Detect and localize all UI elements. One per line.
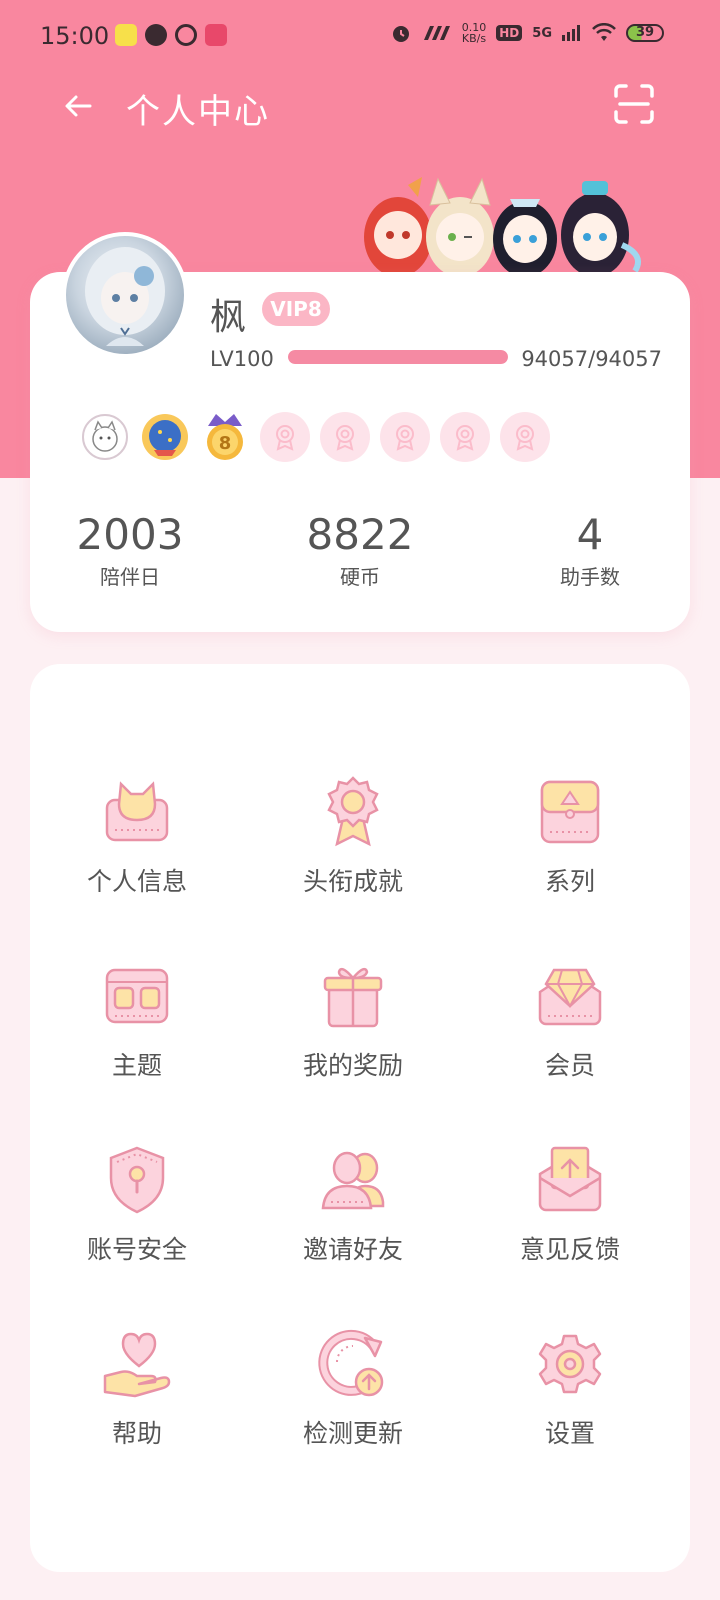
network-type: 5G <box>532 25 552 41</box>
stat-coins[interactable]: 8822 硬币 <box>260 510 460 590</box>
badge-gold-8-icon[interactable]: 8 <box>200 412 250 462</box>
arrow-left-icon[interactable] <box>60 86 100 126</box>
medal-icon <box>327 776 379 847</box>
hd-indicator: HD <box>496 25 523 41</box>
username: 枫 <box>210 297 247 338</box>
stat-label: 硬币 <box>340 565 380 589</box>
menu-label: 主题 <box>111 1051 162 1080</box>
menu-label: 系列 <box>544 867 595 896</box>
stat-companion-days[interactable]: 2003 陪伴日 <box>30 510 230 590</box>
badge-locked-icon[interactable] <box>260 412 310 462</box>
update-icon <box>318 1329 384 1397</box>
cell-bars-icon <box>562 25 580 41</box>
exp-progress-bar <box>288 350 508 364</box>
menu-item-profile-info[interactable]: 个人信息 <box>37 774 237 924</box>
menu-label: 帮助 <box>111 1419 162 1448</box>
menu-label: 意见反馈 <box>519 1235 620 1264</box>
stats-row: 2003 陪伴日 8822 硬币 4 助手数 <box>30 510 690 610</box>
menu-item-settings[interactable]: 设置 <box>470 1326 670 1476</box>
menu-item-membership[interactable]: 会员 <box>470 958 670 1108</box>
menu-item-check-update[interactable]: 检测更新 <box>253 1326 453 1476</box>
theme-icon <box>105 968 169 1024</box>
stat-label: 助手数 <box>560 565 620 589</box>
status-bar: 15:00 0.10 KB/s HD 5G 39 <box>0 0 720 72</box>
avatar-illustration <box>85 247 165 346</box>
status-time: 15:00 <box>40 22 110 50</box>
badge-locked-icon[interactable] <box>380 412 430 462</box>
badge-row: 8 <box>80 412 550 462</box>
wifi-icon <box>592 23 616 41</box>
menu-label: 邀请好友 <box>302 1235 403 1264</box>
app-notification-icon <box>175 24 197 46</box>
badge-locked-icon[interactable] <box>320 412 370 462</box>
badge-globe-icon[interactable] <box>140 412 190 462</box>
menu-label: 账号安全 <box>86 1235 187 1264</box>
app-notification-icon <box>205 24 227 46</box>
menu-item-series[interactable]: 系列 <box>470 774 670 924</box>
menu-label: 头衔成就 <box>302 867 403 896</box>
characters-illustration <box>364 177 641 275</box>
stat-assistants[interactable]: 4 助手数 <box>490 510 690 590</box>
alarm-icon <box>392 26 409 42</box>
diamond-icon <box>538 968 602 1026</box>
gear-icon <box>538 1334 602 1394</box>
menu-item-account-security[interactable]: 账号安全 <box>37 1142 237 1292</box>
network-speed: 0.10 KB/s <box>461 21 487 45</box>
menu-item-help[interactable]: 帮助 <box>37 1326 237 1476</box>
stat-label: 陪伴日 <box>100 565 160 589</box>
stat-value: 2003 <box>76 510 184 559</box>
menu-label: 会员 <box>544 1051 595 1080</box>
exp-progress-fill <box>288 350 508 364</box>
friends-icon <box>321 1151 385 1210</box>
heart-hand-icon <box>103 1332 171 1398</box>
menu-item-invite-friends[interactable]: 邀请好友 <box>253 1142 453 1292</box>
vip-badge[interactable]: VIP8 <box>262 292 330 326</box>
signal-strength-icon <box>423 26 450 40</box>
avatar[interactable] <box>62 232 188 358</box>
menu-label: 设置 <box>544 1419 595 1448</box>
menu-item-achievements[interactable]: 头衔成就 <box>253 774 453 924</box>
cat-card-icon <box>105 781 169 842</box>
menu-item-rewards[interactable]: 我的奖励 <box>253 958 453 1108</box>
shield-icon <box>109 1146 165 1214</box>
exp-text: 94057/94057 <box>521 347 662 371</box>
page-title: 个人中心 <box>126 92 270 132</box>
feedback-icon <box>538 1146 602 1212</box>
level-label: LV100 <box>210 347 274 371</box>
badge-locked-icon[interactable] <box>440 412 490 462</box>
menu-item-theme[interactable]: 主题 <box>37 958 237 1108</box>
stat-value: 8822 <box>306 510 414 559</box>
badge-cat-icon[interactable] <box>80 412 130 462</box>
album-icon <box>540 780 600 844</box>
stat-value: 4 <box>576 510 604 559</box>
svg-text:8: 8 <box>219 433 232 454</box>
notification-icons <box>115 24 227 46</box>
app-notification-icon <box>115 24 137 46</box>
app-notification-icon <box>145 24 167 46</box>
menu-label: 我的奖励 <box>302 1051 403 1080</box>
scan-icon[interactable] <box>612 82 656 126</box>
badge-locked-icon[interactable] <box>500 412 550 462</box>
menu-item-feedback[interactable]: 意见反馈 <box>470 1142 670 1292</box>
menu-card: 个人信息 头衔成就 系列 主题 我的奖励 会员 账号安全 邀请好友 意见反馈 帮… <box>30 664 690 1572</box>
status-indicators: 0.10 KB/s HD 5G 39 <box>390 22 664 44</box>
top-bar: 个人中心 <box>0 72 720 142</box>
gift-icon <box>323 967 383 1028</box>
battery-indicator: 39 <box>626 24 664 42</box>
menu-label: 检测更新 <box>302 1419 403 1448</box>
menu-label: 个人信息 <box>86 867 187 896</box>
